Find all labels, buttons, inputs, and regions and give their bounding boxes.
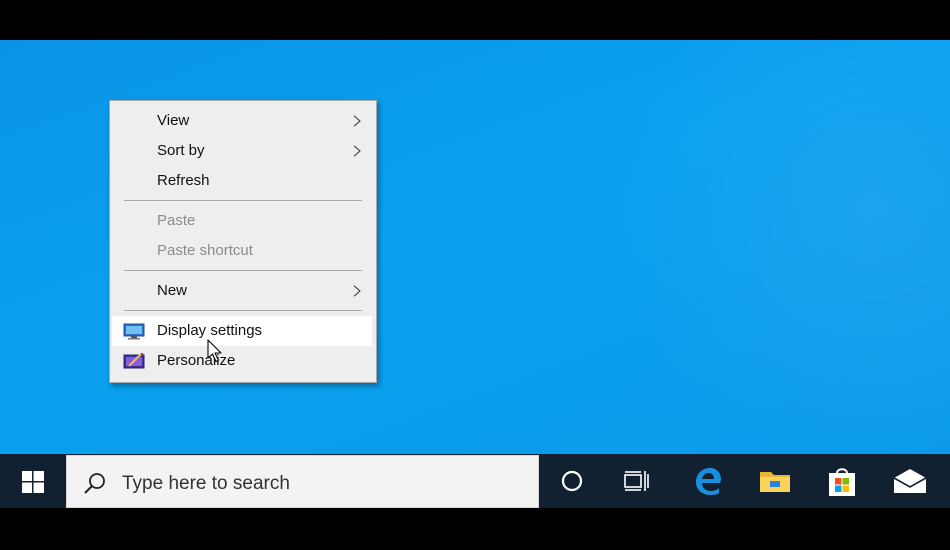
cortana-button[interactable] (540, 454, 604, 508)
menu-item-label: Personalize (157, 352, 236, 369)
personalize-icon (123, 353, 145, 369)
mail-button[interactable] (878, 454, 942, 508)
menu-item-label: Paste shortcut (157, 242, 253, 259)
menu-separator (124, 200, 362, 201)
search-icon (84, 473, 105, 494)
desktop-light (560, 40, 950, 454)
taskbar-search-box[interactable]: Type here to search (66, 455, 539, 508)
menu-item-sort-by[interactable]: Sort by (110, 136, 376, 166)
file-explorer-icon (760, 472, 790, 492)
menu-item-refresh[interactable]: Refresh (110, 166, 376, 196)
menu-item-personalize[interactable]: Personalize (110, 346, 376, 376)
letterbox-bottom (0, 508, 950, 550)
search-placeholder: Type here to search (122, 473, 290, 494)
store-icon (829, 468, 855, 496)
desktop-context-menu: View Sort by Refresh Paste Paste shortcu… (109, 100, 377, 383)
menu-item-label: Sort by (157, 142, 205, 159)
file-explorer-button[interactable] (743, 454, 807, 508)
start-button[interactable] (0, 454, 66, 508)
menu-item-paste: Paste (110, 206, 376, 236)
chevron-right-icon (353, 145, 361, 157)
menu-item-label: Refresh (157, 172, 210, 189)
edge-icon (696, 468, 721, 495)
mail-icon (893, 469, 927, 493)
edge-button[interactable] (676, 454, 740, 508)
menu-item-new[interactable]: New (110, 276, 376, 306)
menu-item-label: Paste (157, 212, 196, 229)
task-view-button[interactable] (605, 454, 669, 508)
cortana-icon (561, 470, 583, 492)
menu-item-view[interactable]: View (110, 106, 376, 136)
menu-item-label: New (157, 282, 188, 299)
mouse-pointer-icon (207, 339, 222, 363)
menu-item-label: Display settings (157, 322, 263, 339)
menu-item-paste-shortcut: Paste shortcut (110, 236, 376, 266)
task-view-icon (624, 471, 649, 491)
chevron-right-icon (353, 115, 361, 127)
menu-separator (124, 310, 362, 311)
taskbar: Type here to search (0, 454, 950, 508)
menu-item-label: View (157, 112, 190, 129)
menu-item-display-settings[interactable]: Display settings (112, 316, 372, 346)
chevron-right-icon (353, 285, 361, 297)
letterbox-top (0, 0, 950, 40)
windows-logo-icon (22, 471, 44, 493)
store-button[interactable] (810, 454, 874, 508)
menu-separator (124, 270, 362, 271)
display-settings-icon (123, 323, 145, 340)
